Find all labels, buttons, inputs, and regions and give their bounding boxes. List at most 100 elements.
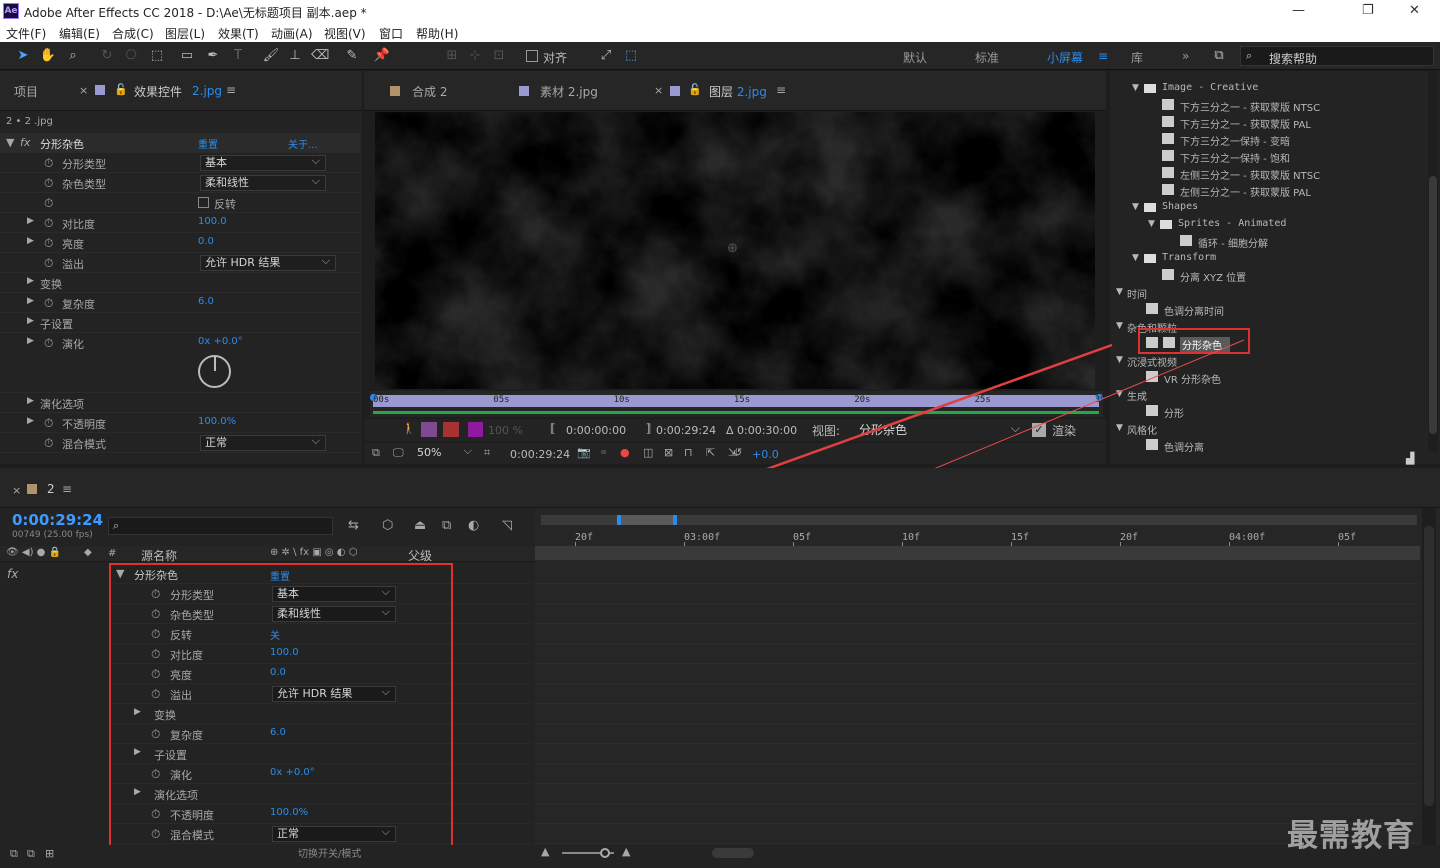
shy-layers-icon[interactable]: ⏏: [414, 518, 426, 533]
effect-property-row[interactable]: ⏱ 反转: [0, 193, 360, 213]
panel-menu-icon[interactable]: ≡: [226, 83, 236, 97]
tab-footage[interactable]: 素材 2.jpg: [540, 83, 598, 100]
camera-tool-icon[interactable]: ⎔: [122, 47, 140, 65]
selection-tool-icon[interactable]: ➤: [14, 47, 32, 65]
rotate-tool-icon[interactable]: ↻: [98, 47, 116, 65]
frame-blending-icon[interactable]: ⧉: [442, 518, 451, 533]
property-dropdown[interactable]: 允许 HDR 结果: [200, 254, 336, 271]
workspace-library[interactable]: 库: [1131, 49, 1143, 66]
workspace-small-screen[interactable]: 小屏幕: [1047, 49, 1083, 66]
stopwatch-icon[interactable]: ⏱: [44, 156, 53, 171]
rectangle-tool-icon[interactable]: ▭: [178, 47, 196, 65]
expand-icon[interactable]: ▶: [27, 396, 34, 406]
stopwatch-icon[interactable]: ⏱: [44, 176, 53, 191]
region-of-interest-icon[interactable]: [443, 422, 459, 437]
time-navigator-window[interactable]: [617, 515, 673, 525]
timecode[interactable]: 0:00:29:24: [12, 511, 103, 529]
effect-category[interactable]: 风格化: [1127, 422, 1157, 437]
tree-expand-icon[interactable]: ▼: [1148, 219, 1155, 229]
render-checkbox[interactable]: ✓: [1032, 423, 1046, 437]
fx-icon[interactable]: fx: [7, 567, 18, 581]
timeline-scroll-thumb[interactable]: [1424, 526, 1434, 806]
timeline-search-input[interactable]: ⌕: [108, 517, 333, 535]
preset-folder[interactable]: Image - Creative: [1162, 82, 1258, 93]
effect-property-row[interactable]: ▶ ⏱ 亮度 0.0: [0, 233, 360, 253]
property-value[interactable]: 100.0%: [198, 416, 236, 427]
sync-settings-icon[interactable]: ⧉: [1208, 47, 1230, 65]
navigator-start-handle[interactable]: [617, 515, 621, 525]
timeline-graph-area[interactable]: 20f 03:00f 05f 10f 15f 20f 04:00f 05f: [535, 508, 1440, 846]
preset-item[interactable]: 下方三分之一保持 - 变暗: [1180, 133, 1290, 148]
in-time[interactable]: 0:00:00:00: [566, 424, 626, 437]
motion-blur-icon[interactable]: ◐: [468, 518, 479, 533]
navigator-end-handle[interactable]: [673, 515, 677, 525]
puppet-tool-icon[interactable]: 📌: [373, 47, 391, 65]
tree-expand-icon[interactable]: ▼: [1116, 355, 1123, 365]
workspace-default[interactable]: 默认: [903, 49, 927, 66]
transparency-toggle-icon[interactable]: ⊠: [664, 446, 673, 459]
tab-effect-controls[interactable]: 效果控件: [134, 83, 182, 100]
opacity-value[interactable]: 100 %: [488, 424, 523, 437]
preset-folder[interactable]: Sprites - Animated: [1178, 218, 1286, 229]
minimize-icon[interactable]: —: [1292, 3, 1305, 18]
close-icon[interactable]: ✕: [1409, 3, 1420, 18]
horizontal-scroll-thumb[interactable]: [712, 848, 754, 858]
about-link[interactable]: 关于...: [288, 136, 318, 151]
local-axis-icon[interactable]: ⊞: [443, 47, 461, 65]
effect-property-row[interactable]: ⏱ 溢出 允许 HDR 结果: [0, 253, 360, 273]
property-dropdown[interactable]: 基本: [200, 154, 326, 171]
preset-item[interactable]: 下方三分之一保持 - 饱和: [1180, 150, 1290, 165]
preset-folder[interactable]: Shapes: [1162, 201, 1198, 212]
effect-item[interactable]: 色调分离时间: [1164, 303, 1224, 318]
property-value[interactable]: 0x +0.0°: [198, 336, 243, 347]
stopwatch-icon[interactable]: ⏱: [44, 196, 53, 211]
zoom-in-icon[interactable]: ▲: [622, 845, 630, 858]
out-time[interactable]: 0:00:29:24: [656, 424, 716, 437]
effect-property-row[interactable]: ⏱ 混合模式 正常: [0, 433, 360, 453]
workspace-overflow-icon[interactable]: »: [1182, 49, 1189, 63]
menu-file[interactable]: 文件(F): [6, 25, 46, 42]
expand-icon[interactable]: ▶: [27, 316, 34, 326]
current-time[interactable]: 0:00:29:24: [510, 448, 570, 461]
world-axis-icon[interactable]: ⊹: [466, 47, 484, 65]
time-navigator[interactable]: [541, 515, 1417, 525]
timeline-link-icon[interactable]: ⇱: [706, 446, 715, 459]
show-snapshot-icon[interactable]: ⚭: [599, 446, 608, 459]
tab-composition[interactable]: 合成 2: [412, 83, 447, 100]
effect-property-row[interactable]: ▶ ⏱ 复杂度 6.0: [0, 293, 360, 313]
menu-effect[interactable]: 效果(T): [218, 25, 259, 42]
effect-expand-icon[interactable]: ▼: [6, 136, 14, 149]
label-icon[interactable]: ◆: [84, 547, 92, 558]
timeline-scrollbar[interactable]: [1422, 508, 1436, 846]
menu-window[interactable]: 窗口: [379, 25, 403, 42]
expand-icon[interactable]: ▶: [27, 296, 34, 306]
draft-3d-icon[interactable]: ⬡: [382, 518, 393, 533]
color-swatch-icon[interactable]: [468, 422, 483, 437]
reset-exposure-icon[interactable]: ↺: [733, 446, 742, 459]
expand-icon[interactable]: ▶: [27, 236, 34, 246]
snap-options-icon[interactable]: ⬚: [622, 47, 640, 65]
property-dropdown[interactable]: 正常: [200, 434, 326, 451]
effects-scroll-thumb[interactable]: [1429, 176, 1437, 434]
effect-category[interactable]: 时间: [1127, 286, 1147, 301]
source-name-header[interactable]: 源名称: [141, 547, 177, 564]
tab-layer[interactable]: 图层 2.jpg: [709, 83, 767, 100]
in-out-controls-icon[interactable]: ⊞: [45, 847, 54, 860]
effect-item[interactable]: 色调分离: [1164, 439, 1204, 454]
transparency-grid-icon[interactable]: [421, 422, 437, 437]
preset-item[interactable]: 分离 XYZ 位置: [1180, 269, 1246, 284]
tab-close-icon[interactable]: ×: [654, 84, 663, 97]
restore-icon[interactable]: ❐: [1362, 3, 1374, 18]
effect-property-row[interactable]: ▶ ⏱ 演化 0x +0.0°: [0, 333, 360, 393]
menu-layer[interactable]: 图层(L): [165, 25, 205, 42]
panel-menu-icon[interactable]: ≡: [776, 83, 786, 97]
effect-item[interactable]: VR 分形杂色: [1164, 371, 1221, 386]
fx-icon[interactable]: fx: [20, 136, 30, 149]
effect-item[interactable]: 分形: [1164, 405, 1184, 420]
stopwatch-icon[interactable]: ⏱: [44, 336, 53, 351]
toggle-switches-modes[interactable]: 切换开关/模式: [298, 845, 361, 860]
eraser-tool-icon[interactable]: ⌫: [311, 47, 329, 65]
stopwatch-icon[interactable]: ⏱: [44, 416, 53, 431]
search-help-box[interactable]: ⌕ 搜索帮助: [1240, 46, 1434, 66]
effect-property-row[interactable]: ▶ 演化选项: [0, 393, 360, 413]
